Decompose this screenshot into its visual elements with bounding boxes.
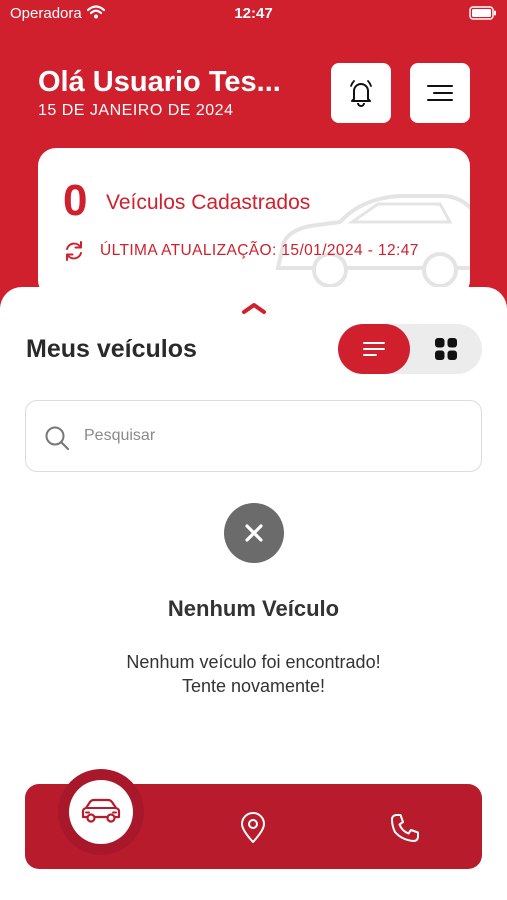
empty-state-title: Nenhum Veículo	[167, 596, 340, 621]
grid-view-button[interactable]	[410, 324, 482, 374]
phone-icon[interactable]	[389, 812, 421, 844]
empty-state-message-text: Nenhum veículo foi encontrado! Tente nov…	[126, 652, 381, 696]
car-icon	[81, 798, 121, 823]
refresh-icon[interactable]	[63, 240, 85, 262]
bell-icon	[350, 80, 372, 107]
empty-state-icon	[224, 503, 284, 563]
location-pin-icon[interactable]	[238, 812, 268, 844]
view-mode-toggle	[338, 324, 482, 374]
list-view-button[interactable]	[338, 324, 410, 374]
nav-vehicles-inner	[69, 780, 133, 844]
bottom-navigation	[25, 769, 482, 869]
nav-vehicles-button[interactable]	[58, 769, 144, 855]
status-bar: Operadora 12:47	[0, 0, 507, 28]
menu-button[interactable]	[410, 63, 470, 123]
list-icon	[363, 342, 385, 356]
close-icon	[245, 524, 263, 542]
empty-state-message: Nenhum veículo foi encontrado! Tente nov…	[0, 650, 507, 698]
last-update-text: ÚLTIMA ATUALIZAÇÃO: 15/01/2024 - 12:47	[100, 242, 419, 259]
notifications-button[interactable]	[331, 63, 391, 123]
search-input[interactable]	[84, 401, 464, 471]
greeting-title: Olá Usuario Tes...	[38, 66, 281, 98]
battery-icon	[469, 6, 496, 20]
search-icon	[45, 426, 69, 450]
vehicle-count-label: Veículos Cadastrados	[106, 191, 311, 214]
search-box	[25, 400, 482, 472]
grid-icon	[435, 338, 457, 360]
vehicle-count: 0	[63, 176, 88, 225]
section-title: Meus veículos	[26, 335, 197, 363]
current-date: 15 DE JANEIRO DE 2024	[38, 102, 234, 119]
vehicle-summary-card: 0 Veículos Cadastrados ÚLTIMA ATUALIZAÇÃ…	[38, 148, 470, 298]
hamburger-menu-icon	[427, 85, 453, 101]
status-time: 12:47	[234, 5, 273, 22]
chevron-up-icon[interactable]	[241, 301, 267, 315]
header: Operadora 12:47 Olá Usuario Tes... 15 DE…	[0, 0, 507, 330]
